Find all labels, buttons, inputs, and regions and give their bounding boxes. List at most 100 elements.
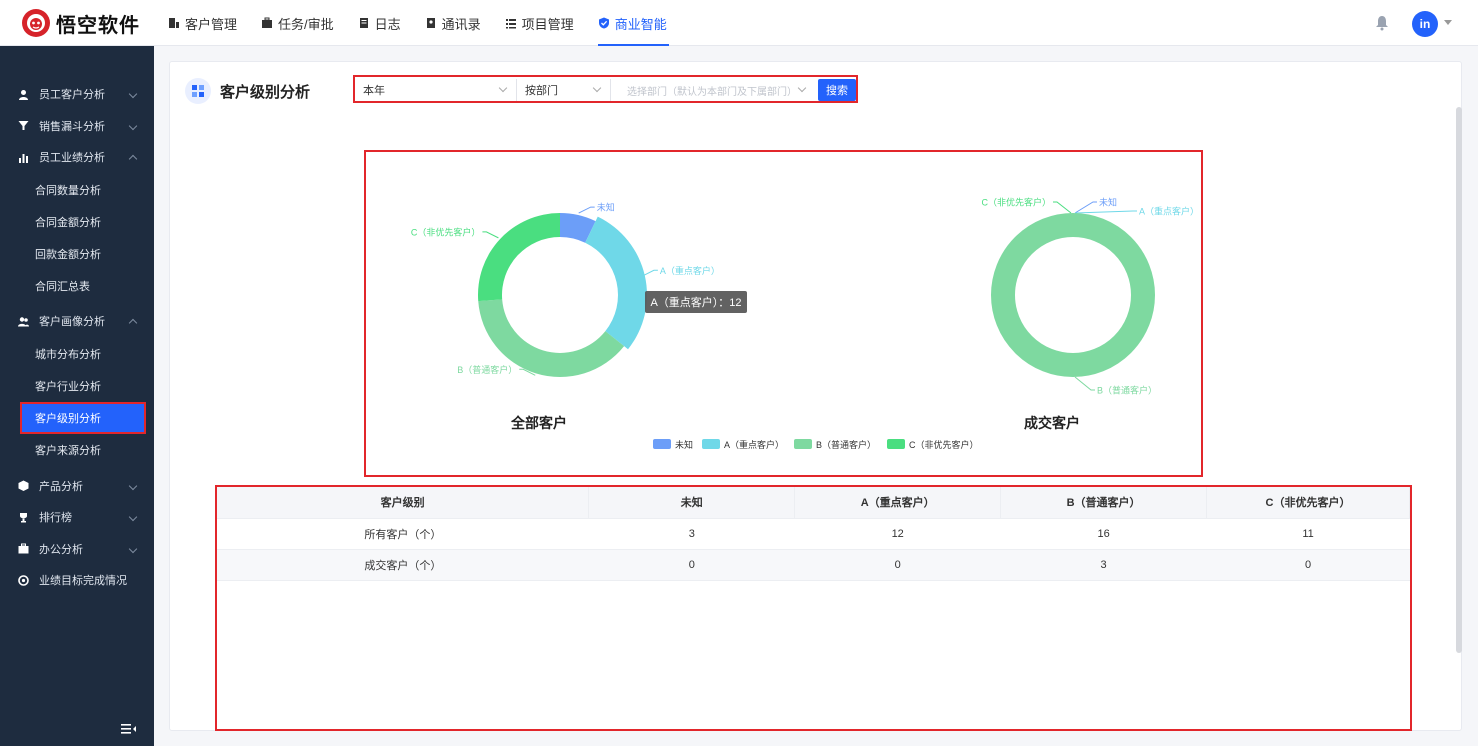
customer-level-charts: 未知 A（重点客户） B（普通客户） C（非优先客户） 全部客户 A（重点客户）：12 未知… bbox=[411, 197, 1199, 451]
sidebar-subitem-3-1[interactable]: 客户行业分析 bbox=[0, 372, 154, 400]
leader-line-1-0 bbox=[1074, 201, 1097, 214]
chevron-down-icon bbox=[797, 83, 807, 93]
period-select[interactable]: 本年 bbox=[357, 79, 517, 101]
chevron-up-icon bbox=[128, 319, 138, 328]
sidebar-group-7[interactable]: 业绩目标完成情况 bbox=[0, 565, 154, 595]
slice-label-1-3: C（非优先客户） bbox=[982, 197, 1052, 208]
chevron-down-icon bbox=[128, 512, 138, 522]
slice-label-0-1: A（重点客户） bbox=[660, 265, 720, 276]
donut-slice-0-3 bbox=[478, 213, 560, 302]
leader-line-0-3 bbox=[482, 231, 499, 239]
chart-title-0: 全部客户 bbox=[510, 415, 567, 431]
shield-check-icon bbox=[598, 17, 609, 29]
sidebar-group-label: 排行榜 bbox=[39, 512, 72, 525]
chevron-down-icon[interactable] bbox=[1444, 20, 1452, 25]
table-cell: 成交客户（个） bbox=[217, 549, 589, 581]
period-value: 本年 bbox=[363, 85, 385, 97]
table-cell: 0 bbox=[1206, 549, 1410, 581]
table-cell: 3 bbox=[1000, 549, 1207, 581]
legend-label-2: B（普通客户） bbox=[816, 439, 876, 450]
box-icon bbox=[18, 480, 29, 492]
funnel-icon bbox=[18, 121, 29, 130]
nav-item-label: 日志 bbox=[374, 16, 401, 32]
leader-line-1-3 bbox=[1053, 201, 1072, 214]
nav-item-0[interactable]: 客户管理 bbox=[160, 0, 253, 46]
nav-item-1[interactable]: 任务/审批 bbox=[253, 0, 350, 46]
table-cell: 11 bbox=[1206, 518, 1410, 550]
nav-item-2[interactable]: 日志 bbox=[350, 0, 417, 46]
table-row: 成交客户（个） 0 0 3 0 bbox=[217, 549, 1410, 581]
table-cell: 12 bbox=[794, 518, 1001, 550]
sidebar-group-label: 客户画像分析 bbox=[39, 316, 105, 329]
sidebar-group-6[interactable]: 办公分析 bbox=[0, 534, 154, 564]
scope-value: 按部门 bbox=[525, 85, 558, 97]
nav-item-label: 任务/审批 bbox=[278, 16, 334, 32]
search-button[interactable]: 搜索 bbox=[818, 79, 856, 101]
leader-line-0-1 bbox=[641, 269, 658, 277]
building-icon bbox=[169, 18, 179, 28]
sidebar-group-5[interactable]: 排行榜 bbox=[0, 502, 154, 532]
slice-label-0-2: B（普通客户） bbox=[457, 364, 517, 375]
legend-swatch-2 bbox=[794, 439, 812, 449]
scope-select[interactable]: 按部门 bbox=[519, 79, 611, 101]
sidebar-subitem-2-1[interactable]: 合同金额分析 bbox=[0, 208, 154, 236]
chevron-down-icon bbox=[128, 544, 138, 553]
sidebar-group-label: 员工客户分析 bbox=[39, 89, 105, 101]
department-select[interactable]: 选择部门（默认为本部门及下属部门） bbox=[621, 79, 807, 101]
bell-icon[interactable] bbox=[1375, 15, 1389, 31]
leader-line-0-0 bbox=[578, 206, 595, 214]
chart-area: 未知 A（重点客户） B（普通客户） C（非优先客户） 全部客户 A（重点客户）：12 未知… bbox=[364, 150, 1203, 477]
sidebar-subitem-2-2[interactable]: 回款金额分析 bbox=[0, 240, 154, 268]
scrollbar[interactable] bbox=[1456, 107, 1462, 653]
chevron-down-icon bbox=[128, 481, 138, 490]
sidebar-group-label: 产品分析 bbox=[39, 480, 83, 493]
nav-item-label: 商业智能 bbox=[614, 16, 667, 32]
app-name: 悟空软件 bbox=[56, 14, 140, 37]
sidebar-group-label: 销售漏斗分析 bbox=[39, 120, 105, 133]
app-logo[interactable]: 悟空软件 bbox=[22, 9, 140, 37]
collapse-sidebar-icon[interactable] bbox=[121, 722, 137, 736]
sidebar-subitem-2-3[interactable]: 合同汇总表 bbox=[0, 272, 154, 300]
table-body: 所有客户（个） 3 12 16 11 成交客户（个） 0 0 3 0 bbox=[217, 518, 1410, 581]
sidebar-group-2[interactable]: 员工业绩分析 bbox=[0, 142, 154, 172]
data-table-container: 客户级别 未知 A（重点客户） B（普通客户） C（非优先客户） 所有客户（个） 3 12 1… bbox=[215, 485, 1412, 731]
log-icon bbox=[359, 18, 368, 28]
slice-label-1-1: A（重点客户） bbox=[1139, 206, 1199, 217]
sidebar-group-1[interactable]: 销售漏斗分析 bbox=[0, 111, 154, 141]
nav-item-label: 客户管理 bbox=[185, 16, 238, 32]
table-header-cell: C（非优先客户） bbox=[1206, 487, 1410, 519]
sidebar-subitem-3-3[interactable]: 客户来源分析 bbox=[0, 436, 154, 464]
target-icon bbox=[18, 574, 29, 586]
sidebar-group-3[interactable]: 客户画像分析 bbox=[0, 306, 154, 336]
legend-label-0: 未知 bbox=[675, 439, 693, 450]
briefcase-icon bbox=[18, 543, 29, 554]
briefcase-icon bbox=[262, 17, 273, 28]
chart-title-1: 成交客户 bbox=[1024, 415, 1080, 431]
sidebar-subitem-3-0[interactable]: 城市分布分析 bbox=[0, 340, 154, 368]
project-icon bbox=[505, 19, 516, 29]
sidebar-group-4[interactable]: 产品分析 bbox=[0, 471, 154, 501]
grid-icon bbox=[185, 78, 211, 104]
sidebar-group-0[interactable]: 员工客户分析 bbox=[0, 79, 154, 109]
legend-swatch-0 bbox=[653, 439, 671, 449]
slice-label-0-0: 未知 bbox=[597, 202, 615, 213]
users-icon bbox=[18, 317, 29, 327]
sidebar-subitem-3-2[interactable]: 客户级别分析 bbox=[20, 402, 146, 435]
table-header-cell: 未知 bbox=[588, 487, 796, 519]
user-avatar[interactable]: in bbox=[1412, 11, 1438, 37]
nav-item-3[interactable]: 通讯录 bbox=[417, 0, 497, 46]
chevron-down-icon bbox=[498, 83, 508, 93]
nav-item-4[interactable]: 项目管理 bbox=[497, 0, 590, 46]
user-icon bbox=[19, 89, 28, 100]
department-placeholder: 选择部门（默认为本部门及下属部门） bbox=[627, 86, 797, 98]
slice-label-1-0: 未知 bbox=[1099, 197, 1117, 208]
table-cell: 16 bbox=[1000, 518, 1207, 550]
nav-item-5[interactable]: 商业智能 bbox=[590, 0, 683, 46]
table-header-row: 客户级别 未知 A（重点客户） B（普通客户） C（非优先客户） bbox=[217, 487, 1410, 519]
sidebar-subitem-2-0[interactable]: 合同数量分析 bbox=[0, 176, 154, 204]
sidebar-group-label: 业绩目标完成情况 bbox=[39, 575, 127, 588]
sidebar-group-label: 员工业绩分析 bbox=[39, 152, 105, 164]
table-row: 所有客户（个） 3 12 16 11 bbox=[217, 518, 1410, 550]
legend-swatch-1 bbox=[702, 439, 720, 449]
table-header-cell: A（重点客户） bbox=[794, 487, 1002, 519]
